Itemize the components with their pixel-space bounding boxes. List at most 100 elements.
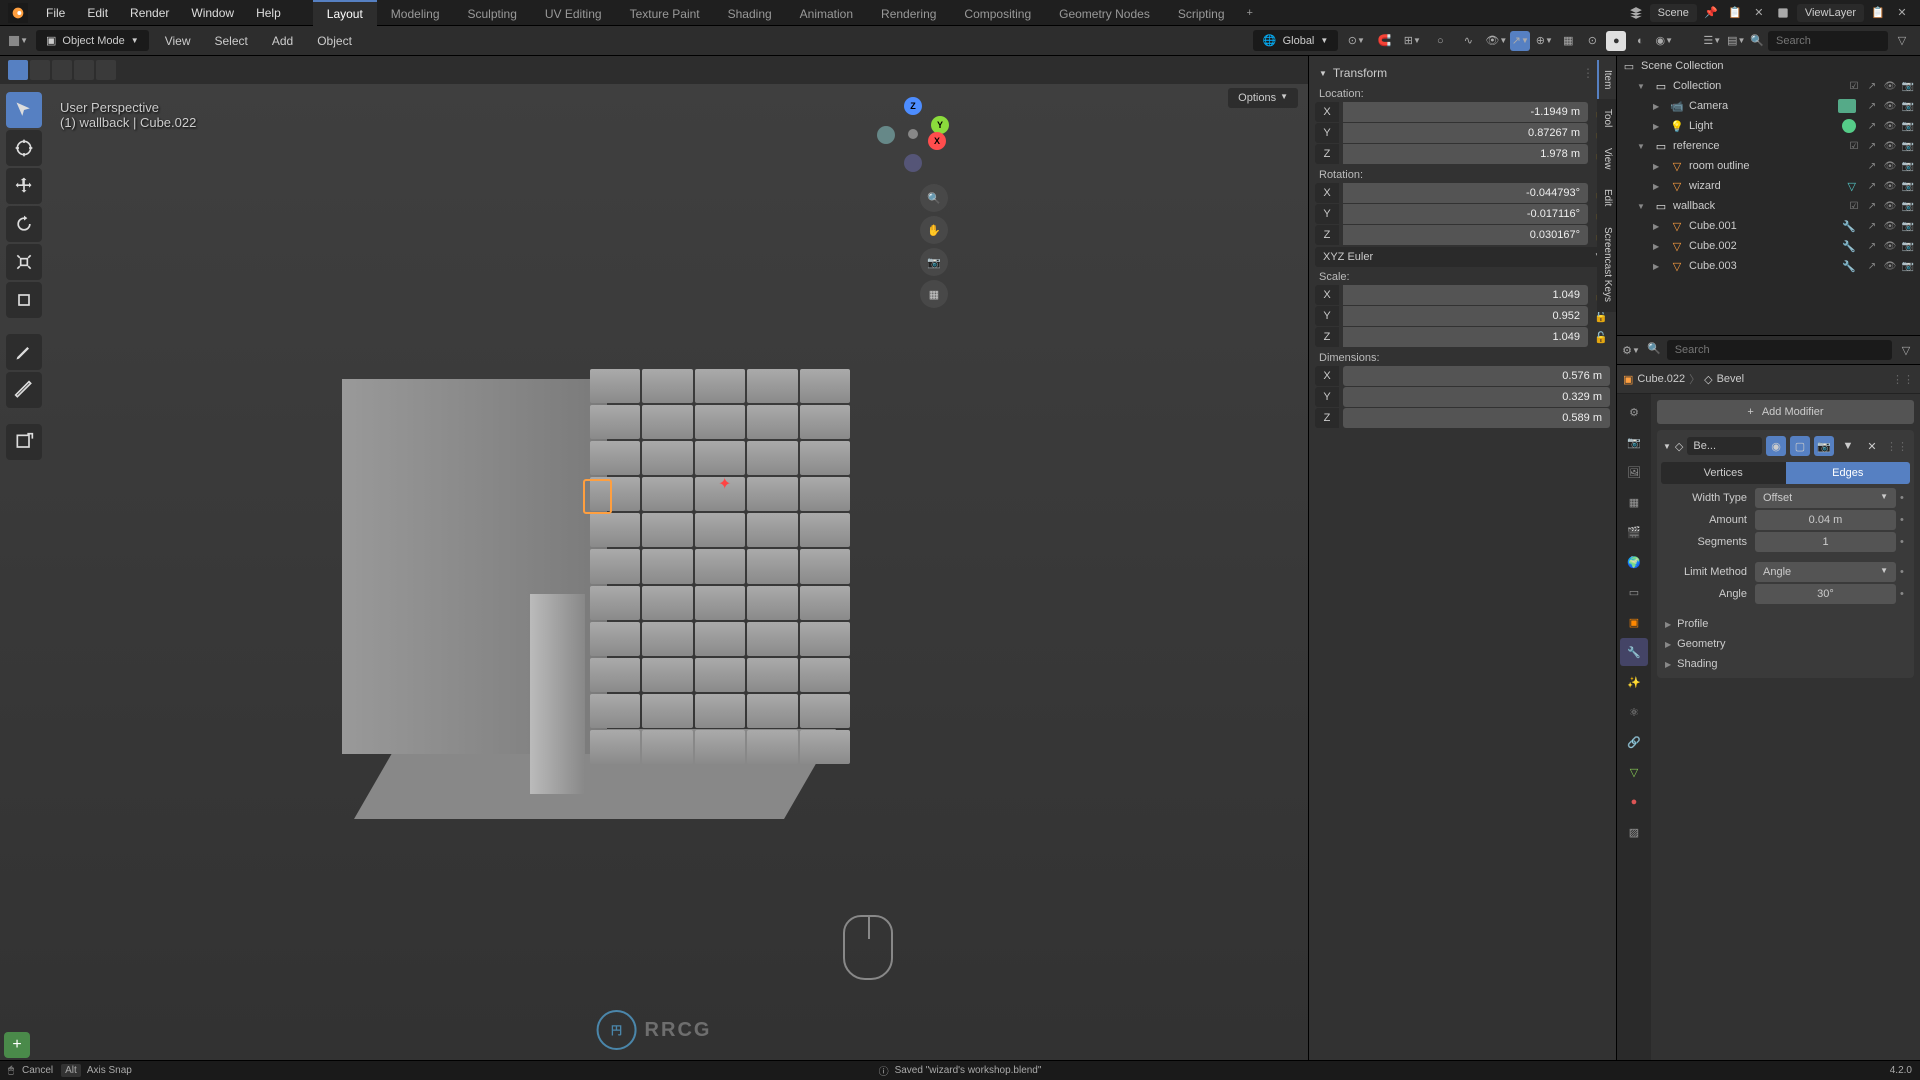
exclude-toggle[interactable]: ↗ xyxy=(1864,178,1880,194)
workspace-animation[interactable]: Animation xyxy=(786,0,867,26)
zoom-button[interactable]: 🔍 xyxy=(920,184,948,212)
tree-expand-icon[interactable]: ▶ xyxy=(1653,122,1665,131)
tree-expand-icon[interactable]: ▶ xyxy=(1653,102,1665,111)
prop-pin-icon[interactable]: • xyxy=(1900,536,1910,548)
dim-y-field[interactable]: 0.329 m xyxy=(1343,387,1610,407)
shading-material-icon[interactable]: ◐ xyxy=(1630,31,1650,51)
tree-expand-icon[interactable]: ▶ xyxy=(1653,262,1665,271)
tree-expand-icon[interactable]: ▼ xyxy=(1637,82,1649,91)
snap-type-icon[interactable]: ⊞▼ xyxy=(1402,31,1422,51)
menu-add[interactable]: Add xyxy=(264,30,301,52)
outliner-display-icon[interactable]: ▤▼ xyxy=(1726,31,1746,51)
editor-type-icon[interactable]: ▼ xyxy=(8,31,28,51)
add-on-badge[interactable]: + xyxy=(4,1032,30,1058)
properties-editor-icon[interactable]: ⚙▼ xyxy=(1621,340,1641,360)
outliner-search-input[interactable] xyxy=(1768,31,1888,51)
mod-close-icon[interactable]: ✕ xyxy=(1862,436,1882,456)
snap-icon[interactable]: 🧲 xyxy=(1374,31,1394,51)
n-tab-edit[interactable]: Edit xyxy=(1597,179,1616,216)
viewlayer-name-field[interactable]: ViewLayer xyxy=(1797,4,1864,22)
prop-tab-modifiers[interactable]: 🔧 xyxy=(1620,638,1648,666)
loc-x-field[interactable]: -1.1949 m xyxy=(1343,102,1588,122)
bevel-vertices-tab[interactable]: Vertices xyxy=(1661,462,1786,484)
tool-transform[interactable] xyxy=(6,282,42,318)
menu-select[interactable]: Select xyxy=(207,30,256,52)
shading-section[interactable]: Shading xyxy=(1661,654,1910,674)
panel-grip-icon[interactable]: ⋮⋮ xyxy=(1886,440,1908,453)
prop-tab-output[interactable]: 🖼 xyxy=(1620,458,1648,486)
outliner-cube002[interactable]: ▶ ▽ Cube.002 🔧 ↗ 👁 📷 xyxy=(1617,236,1920,256)
outliner-wallback[interactable]: ▼ ▭ wallback ☑ ↗ 👁 📷 xyxy=(1617,196,1920,216)
scene-new-icon[interactable]: 📋 xyxy=(1725,3,1745,23)
prop-tab-scene[interactable]: 🎬 xyxy=(1620,518,1648,546)
menu-help[interactable]: Help xyxy=(246,2,291,24)
tree-expand-icon[interactable]: ▼ xyxy=(1637,142,1649,151)
profile-section[interactable]: Profile xyxy=(1661,614,1910,634)
orientation-dropdown[interactable]: 🌐 Global ▼ xyxy=(1253,30,1338,51)
exclude-toggle[interactable]: ↗ xyxy=(1864,78,1880,94)
render-toggle[interactable]: 📷 xyxy=(1900,78,1916,94)
exclude-toggle[interactable]: ↗ xyxy=(1864,238,1880,254)
render-toggle[interactable]: 📷 xyxy=(1900,198,1916,214)
render-toggle[interactable]: 📷 xyxy=(1900,218,1916,234)
exclude-toggle[interactable]: ↗ xyxy=(1864,198,1880,214)
xray-icon[interactable]: ▦ xyxy=(1558,31,1578,51)
viewport-options-button[interactable]: Options ▼ xyxy=(1228,88,1298,108)
dim-x-field[interactable]: 0.576 m xyxy=(1343,366,1610,386)
outliner-editor-icon[interactable]: ☰▼ xyxy=(1702,31,1722,51)
prop-tab-object[interactable]: ▣ xyxy=(1620,608,1648,636)
outliner-cube001[interactable]: ▶ ▽ Cube.001 🔧 ↗ 👁 📷 xyxy=(1617,216,1920,236)
panel-expand-icon[interactable]: ▼ xyxy=(1663,442,1671,451)
prop-pin-icon[interactable]: • xyxy=(1900,492,1910,504)
exclude-toggle[interactable]: ↗ xyxy=(1864,118,1880,134)
select-mode-3[interactable] xyxy=(52,60,72,80)
scene-delete-icon[interactable]: ✕ xyxy=(1749,3,1769,23)
visibility-toggle[interactable]: 👁 xyxy=(1882,238,1898,254)
outliner-room-outline[interactable]: ▶ ▽ room outline ↗ 👁 📷 xyxy=(1617,156,1920,176)
scale-y-field[interactable]: 0.952 xyxy=(1343,306,1588,326)
width-type-dropdown[interactable]: Offset ▼ xyxy=(1755,488,1896,508)
tool-move[interactable] xyxy=(6,168,42,204)
rot-x-field[interactable]: -0.044793° xyxy=(1343,183,1588,203)
outliner-wizard[interactable]: ▶ ▽ wizard ▽ ↗ 👁 📷 xyxy=(1617,176,1920,196)
bevel-edges-tab[interactable]: Edges xyxy=(1786,462,1911,484)
rotation-mode-dropdown[interactable]: XYZ Euler ▼ xyxy=(1315,247,1610,267)
pan-button[interactable]: ✋ xyxy=(920,216,948,244)
prop-tab-constraints[interactable]: 🔗 xyxy=(1620,728,1648,756)
gizmo-toggle-icon[interactable]: ↗▼ xyxy=(1510,31,1530,51)
visibility-toggle[interactable]: 👁 xyxy=(1882,138,1898,154)
pivot-icon[interactable]: ⊙▼ xyxy=(1346,31,1366,51)
viewlayer-browse-icon[interactable] xyxy=(1773,3,1793,23)
visibility-toggle[interactable]: 👁 xyxy=(1882,98,1898,114)
tree-expand-icon[interactable]: ▶ xyxy=(1653,242,1665,251)
shading-wire-icon[interactable]: ⊙ xyxy=(1582,31,1602,51)
mod-edit-mode-icon[interactable]: ◉ xyxy=(1766,436,1786,456)
workspace-rendering[interactable]: Rendering xyxy=(867,0,950,26)
rot-z-field[interactable]: 0.030167° xyxy=(1343,225,1588,245)
visibility-toggle[interactable]: 👁 xyxy=(1882,178,1898,194)
tool-rotate[interactable] xyxy=(6,206,42,242)
prop-tab-tool[interactable]: ⚙ xyxy=(1620,398,1648,426)
gizmo-y-axis[interactable]: Y xyxy=(931,116,949,134)
prop-tab-particles[interactable]: ✨ xyxy=(1620,668,1648,696)
workspace-uv-editing[interactable]: UV Editing xyxy=(531,0,616,26)
workspace-layout[interactable]: Layout xyxy=(313,0,377,26)
tool-scale[interactable] xyxy=(6,244,42,280)
properties-search-input[interactable] xyxy=(1667,340,1892,360)
menu-file[interactable]: File xyxy=(36,2,75,24)
render-toggle[interactable]: 📷 xyxy=(1900,178,1916,194)
render-toggle[interactable]: 📷 xyxy=(1900,258,1916,274)
exclude-toggle[interactable]: ↗ xyxy=(1864,158,1880,174)
menu-edit[interactable]: Edit xyxy=(77,2,118,24)
tool-add-cube[interactable] xyxy=(6,424,42,460)
mode-dropdown[interactable]: ▣ Object Mode ▼ xyxy=(36,30,149,51)
tree-expand-icon[interactable]: ▼ xyxy=(1637,202,1649,211)
render-toggle[interactable]: 📷 xyxy=(1900,158,1916,174)
visibility-icon[interactable]: 👁▼ xyxy=(1486,31,1506,51)
breadcrumb-modifier[interactable]: Bevel xyxy=(1717,373,1745,385)
tool-cursor[interactable] xyxy=(6,130,42,166)
mod-dropdown-icon[interactable]: ▼ xyxy=(1838,436,1858,456)
outliner-cube003[interactable]: ▶ ▽ Cube.003 🔧 ↗ 👁 📷 xyxy=(1617,256,1920,276)
scene-browse-icon[interactable] xyxy=(1626,3,1646,23)
transform-panel-header[interactable]: Transform ⋮⋮ xyxy=(1315,62,1610,84)
